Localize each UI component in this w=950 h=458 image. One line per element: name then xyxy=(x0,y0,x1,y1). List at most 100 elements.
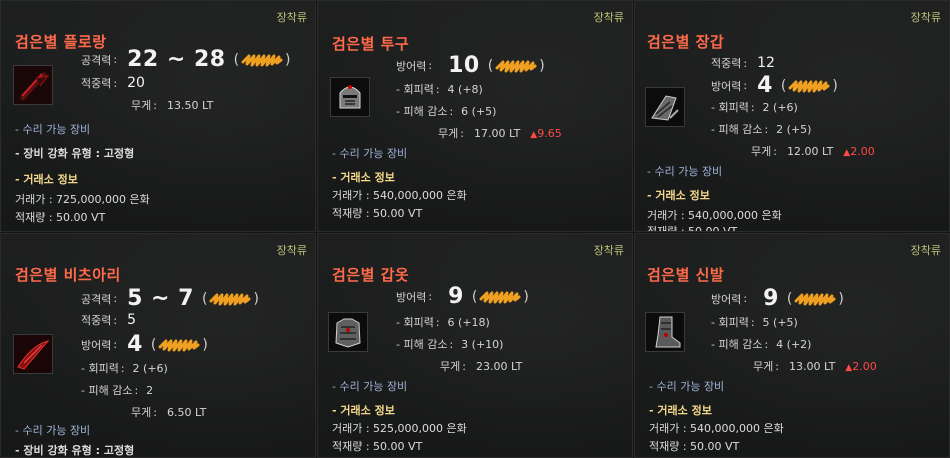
weight-value: 13.50 LT xyxy=(166,98,214,112)
market-header: - 거래소 정보 xyxy=(647,189,710,202)
weight-row: 무게: 13.00 LT ▲2.00 xyxy=(753,359,877,374)
reduction-row: - 피해 감소: 4 (+2) xyxy=(711,337,812,352)
defense-row: 방어력: 9 () xyxy=(396,284,529,309)
defense-row: 방어력: 4 () xyxy=(711,73,838,98)
weight-label: 무게 xyxy=(131,99,152,112)
scribble-redaction xyxy=(209,292,251,306)
helmet-icon xyxy=(330,77,370,117)
market-price: 거래가 : 525,000,000 은화 xyxy=(332,422,467,435)
item-category: 장착류 xyxy=(276,11,307,24)
accuracy-row: 적중력: 12 xyxy=(711,55,775,71)
weight-delta: ▲2.00 xyxy=(845,359,877,373)
weight-row: 무게: 13.50 LT xyxy=(131,98,214,113)
attack-value: 5 ~ 7 xyxy=(127,286,194,311)
evasion-value: 2 (+6) xyxy=(762,100,798,114)
weight-label: 무게 xyxy=(751,145,772,158)
item-name: 검은별 비츠아리 xyxy=(15,266,121,284)
stat-label: 적중력 xyxy=(81,314,112,327)
boots-icon xyxy=(645,312,685,352)
attack-row: 공격력: 22 ~ 28 () xyxy=(81,47,291,72)
sword-icon xyxy=(13,65,53,105)
armor-icon xyxy=(328,312,368,352)
reduction-row: - 피해 감소: 3 (+10) xyxy=(396,337,504,352)
stat-label: 방어력 xyxy=(396,290,427,304)
weight-delta: ▲2.00 xyxy=(843,144,875,158)
enhance-type: - 장비 강화 유형 : 고정형 xyxy=(15,147,135,160)
defense-row: 방어력: 4 () xyxy=(81,332,208,357)
defense-value: 9 xyxy=(448,284,464,309)
scribble-redaction xyxy=(158,338,200,352)
market-price: 거래가 : 540,000,000 은화 xyxy=(332,189,467,202)
market-price: 거래가 : 540,000,000 은화 xyxy=(649,422,784,435)
stat-label: 공격력 xyxy=(81,53,112,67)
defense-row: 방어력: 9 () xyxy=(711,286,844,311)
defense-value: 4 xyxy=(127,332,143,357)
enhance-type: - 장비 강화 유형 : 고정형 xyxy=(15,444,135,457)
scribble-redaction xyxy=(241,53,283,67)
market-price: 거래가 : 540,000,000 은화 xyxy=(647,209,782,222)
weight-row: 무게: 17.00 LT ▲9.65 xyxy=(438,126,562,141)
market-stock: 적재량 : 50.00 VT xyxy=(332,207,423,220)
market-stock: 적재량 : 50.00 VT xyxy=(649,440,740,453)
weight-value: 12.00 LT xyxy=(786,144,834,158)
weight-row: 무게: 6.50 LT xyxy=(131,405,207,420)
bonus-value: () xyxy=(233,51,291,68)
repair-note: - 수리 가능 장비 xyxy=(649,380,725,393)
scribble-redaction xyxy=(788,79,830,93)
stat-label: - 피해 감소 xyxy=(81,384,133,397)
bonus-value: () xyxy=(780,77,838,94)
weight-row: 무게: 12.00 LT ▲2.00 xyxy=(751,144,875,159)
weight-label: 무게 xyxy=(438,127,459,140)
reduction-value: 4 (+2) xyxy=(776,337,812,351)
stat-label: - 회피력 xyxy=(396,316,434,329)
market-header: - 거래소 정보 xyxy=(15,173,78,186)
scribble-redaction xyxy=(794,292,836,306)
item-category: 장착류 xyxy=(276,244,307,257)
stat-label: - 회피력 xyxy=(396,83,434,96)
bonus-value: () xyxy=(786,290,844,307)
evasion-value: 6 (+18) xyxy=(447,315,490,329)
weight-value: 6.50 LT xyxy=(166,405,207,419)
stat-label: - 피해 감소 xyxy=(396,338,448,351)
stat-label: 방어력 xyxy=(711,79,742,93)
evasion-row: - 회피력: 4 (+8) xyxy=(396,82,483,97)
stat-label: - 회피력 xyxy=(711,101,749,114)
item-category: 장착류 xyxy=(910,244,941,257)
stat-label: - 피해 감소 xyxy=(711,338,763,351)
stat-label: 적중력 xyxy=(711,57,742,70)
weight-value: 13.00 LT xyxy=(788,359,836,373)
item-tooltip-card: 장착류 검은별 플로랑 공격력: 22 ~ 28 () 적중력: 20 무게: … xyxy=(0,0,316,232)
stat-label: 방어력 xyxy=(711,292,742,306)
dagger-icon xyxy=(13,334,53,374)
evasion-value: 5 (+5) xyxy=(762,315,798,329)
attack-value: 22 ~ 28 xyxy=(127,47,226,72)
evasion-row: - 회피력: 6 (+18) xyxy=(396,315,490,330)
stat-label: 적중력 xyxy=(81,77,112,90)
item-tooltip-card: 장착류 검은별 비츠아리 공격력: 5 ~ 7 () 적중력: 5 방어력: 4… xyxy=(0,233,316,458)
repair-note: - 수리 가능 장비 xyxy=(15,424,91,437)
item-tooltip-card: 장착류 검은별 장갑 적중력: 12 방어력: 4 () - 회피력: 2 (+… xyxy=(634,0,950,232)
weight-delta: ▲9.65 xyxy=(530,126,562,140)
repair-note: - 수리 가능 장비 xyxy=(332,380,408,393)
item-name: 검은별 투구 xyxy=(332,35,410,53)
bonus-value: () xyxy=(201,290,259,307)
item-name: 검은별 신발 xyxy=(647,266,725,284)
item-name: 검은별 갑옷 xyxy=(332,266,410,284)
defense-row: 방어력: 10 () xyxy=(396,53,545,78)
item-category: 장착류 xyxy=(593,244,624,257)
market-stock: 적재량 : 50.00 VT xyxy=(332,440,423,453)
reduction-value: 2 (+5) xyxy=(776,122,812,136)
reduction-value: 6 (+5) xyxy=(461,104,497,118)
evasion-value: 2 (+6) xyxy=(132,361,168,375)
weight-row: 무게: 23.00 LT xyxy=(440,359,523,374)
attack-row: 공격력: 5 ~ 7 () xyxy=(81,286,259,311)
stat-label: - 피해 감소 xyxy=(711,123,763,136)
weight-value: 17.00 LT xyxy=(473,126,521,140)
reduction-value: 3 (+10) xyxy=(461,337,504,351)
defense-value: 9 xyxy=(763,286,779,311)
stat-label: - 회피력 xyxy=(711,316,749,329)
stat-label: 공격력 xyxy=(81,292,112,306)
weight-label: 무게 xyxy=(753,360,774,373)
bonus-value: () xyxy=(150,336,208,353)
evasion-row: - 회피력: 2 (+6) xyxy=(81,361,168,376)
